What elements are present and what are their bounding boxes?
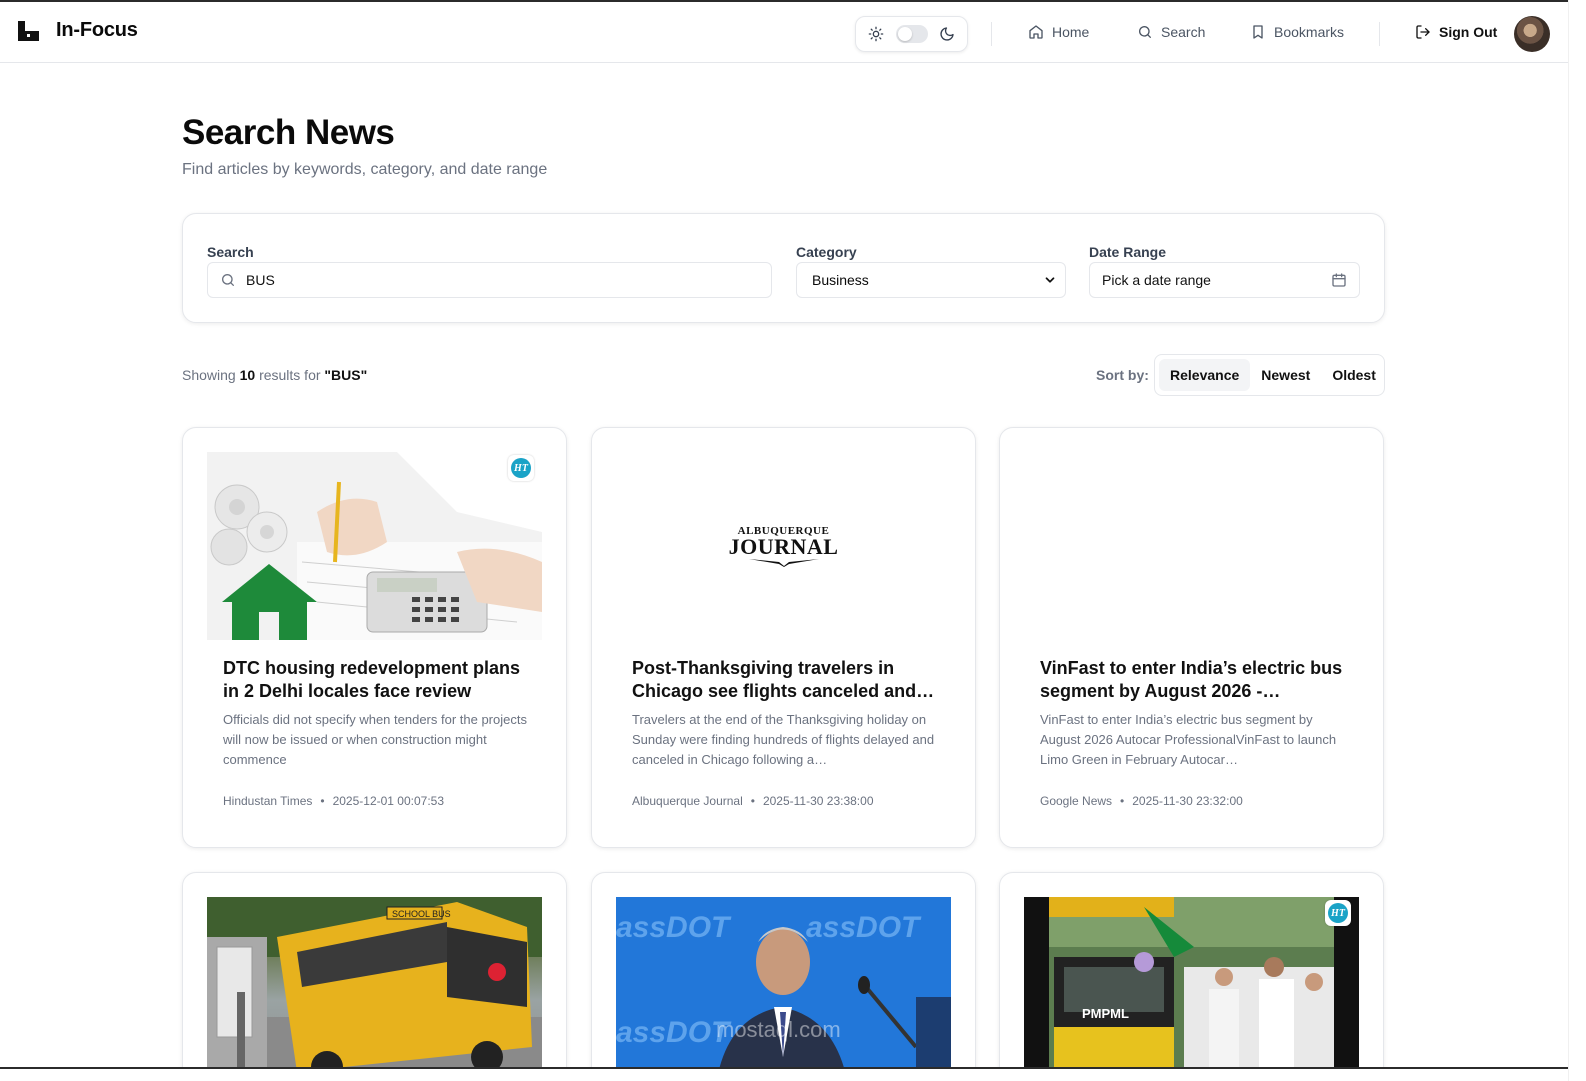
logo-icon bbox=[18, 20, 39, 41]
article-card[interactable]: assDOT assDOT assDOT mostaql.com bbox=[591, 872, 976, 1081]
nav-home[interactable]: Home bbox=[1028, 24, 1089, 40]
watermark-text: mostaql.com bbox=[716, 1017, 841, 1042]
page-subtitle: Find articles by keywords, category, and… bbox=[182, 161, 548, 178]
home-icon bbox=[1029, 25, 1043, 39]
calendar-icon bbox=[1332, 273, 1346, 287]
ht-logo-icon: HT bbox=[511, 458, 531, 478]
sort-label: Sort by: bbox=[1096, 367, 1149, 383]
article-card[interactable]: PMPML HT bbox=[999, 872, 1384, 1081]
results-query: "BUS" bbox=[324, 367, 368, 383]
nav-bookmarks[interactable]: Bookmarks bbox=[1250, 24, 1344, 40]
article-description: Travelers at the end of the Thanksgiving… bbox=[632, 712, 935, 767]
article-thumbnail: SCHOOL BUS bbox=[207, 897, 542, 1081]
article-meta: Hindustan Times • 2025-12-01 00:07:53 bbox=[223, 794, 445, 808]
pmpml-launch-illustration: PMPML bbox=[1024, 897, 1359, 1081]
search-filters-card: Search Category Business Date Range Pick… bbox=[182, 213, 1385, 323]
nav-divider bbox=[991, 22, 992, 46]
massdot-backdrop-text: assDOT bbox=[616, 1016, 732, 1049]
user-avatar[interactable] bbox=[1514, 16, 1550, 52]
search-icon bbox=[222, 274, 234, 286]
category-select[interactable]: Business bbox=[796, 262, 1066, 298]
article-description: Officials did not specify when tenders f… bbox=[223, 712, 527, 767]
article-thumbnail: assDOT assDOT assDOT mostaql.com bbox=[616, 897, 951, 1081]
nav-divider bbox=[1379, 22, 1380, 46]
date-range-placeholder: Pick a date range bbox=[1102, 272, 1211, 288]
bookmark-icon bbox=[1253, 25, 1263, 39]
date-range-picker[interactable]: Pick a date range bbox=[1089, 262, 1360, 298]
article-card[interactable]: VinFast to enter India’s electric bus se… bbox=[999, 427, 1384, 848]
category-value: Business bbox=[812, 272, 869, 288]
page-title: Search News bbox=[182, 113, 395, 152]
sign-out-label: Sign Out bbox=[1439, 24, 1498, 40]
brand[interactable]: In-Focus bbox=[18, 19, 138, 42]
massdot-press-illustration: assDOT assDOT assDOT mostaql.com bbox=[616, 897, 951, 1081]
article-source: Albuquerque Journal bbox=[632, 794, 743, 808]
nav-search-label: Search bbox=[1161, 24, 1206, 40]
window-edge bbox=[1568, 0, 1586, 1081]
article-thumbnail: HT bbox=[207, 452, 542, 640]
nav-home-label: Home bbox=[1052, 24, 1090, 40]
results-summary: Showing 10 results for "BUS" bbox=[182, 367, 368, 383]
article-card[interactable]: SCHOOL BUS bbox=[182, 872, 567, 1081]
sort-oldest-button[interactable]: Oldest bbox=[1321, 359, 1387, 391]
brand-name: In-Focus bbox=[56, 19, 138, 41]
article-date: 2025-12-01 00:07:53 bbox=[332, 794, 445, 808]
nav-bookmarks-label: Bookmarks bbox=[1274, 24, 1345, 40]
school-bus-illustration: SCHOOL BUS bbox=[207, 897, 542, 1081]
article-card[interactable]: HT DTC housing redevelopment plans in 2 … bbox=[182, 427, 567, 848]
chevron-down-icon bbox=[1045, 277, 1055, 283]
ht-logo-icon: HT bbox=[1328, 903, 1348, 923]
article-title[interactable]: DTC housing redevelopment plans in 2 Del… bbox=[223, 657, 533, 703]
sign-out-button[interactable]: Sign Out bbox=[1415, 24, 1497, 40]
pmpml-bus-label: PMPML bbox=[1082, 1006, 1129, 1021]
massdot-backdrop-text: assDOT bbox=[806, 911, 922, 944]
nav-search[interactable]: Search bbox=[1137, 24, 1205, 40]
albuquerque-journal-logo: ALBUQUERQUE JOURNAL bbox=[616, 452, 951, 640]
article-title[interactable]: VinFast to enter India’s electric bus se… bbox=[1040, 657, 1350, 703]
moon-icon bbox=[940, 27, 954, 41]
log-out-icon bbox=[1416, 25, 1430, 39]
article-date: 2025-11-30 23:38:00 bbox=[762, 794, 874, 808]
article-meta: Albuquerque Journal • 2025-11-30 23:38:0… bbox=[632, 794, 874, 808]
school-bus-sign: SCHOOL BUS bbox=[392, 909, 451, 919]
article-date: 2025-11-30 23:32:00 bbox=[1132, 794, 1243, 808]
sort-relevance-button[interactable]: Relevance bbox=[1159, 359, 1251, 391]
article-thumbnail: ALBUQUERQUE JOURNAL bbox=[616, 452, 951, 640]
housing-illustration bbox=[207, 452, 542, 640]
date-range-label: Date Range bbox=[1089, 244, 1167, 260]
search-icon bbox=[1139, 26, 1151, 38]
article-source: Hindustan Times bbox=[223, 794, 313, 808]
article-meta: Google News • 2025-11-30 23:32:00 bbox=[1040, 794, 1243, 808]
source-badge: HT bbox=[508, 455, 534, 481]
search-field[interactable] bbox=[207, 262, 772, 298]
sun-icon bbox=[868, 26, 884, 42]
window-edge bbox=[0, 1067, 1568, 1081]
theme-toggle[interactable] bbox=[855, 16, 968, 52]
eagle-icon bbox=[748, 559, 819, 567]
results-count: 10 bbox=[239, 367, 256, 383]
search-label: Search bbox=[207, 244, 254, 260]
article-description: VinFast to enter India’s electric bus se… bbox=[1040, 712, 1337, 767]
theme-switch[interactable] bbox=[895, 25, 928, 43]
article-thumbnail-empty bbox=[1024, 452, 1359, 640]
article-thumbnail: PMPML HT bbox=[1024, 897, 1359, 1081]
source-badge: HT bbox=[1325, 900, 1351, 926]
search-input[interactable] bbox=[246, 272, 746, 288]
article-title[interactable]: Post-Thanksgiving travelers in Chicago s… bbox=[632, 657, 942, 703]
top-navbar: In-Focus Home Search Bookmarks Sign Out bbox=[0, 0, 1568, 63]
article-card[interactable]: ALBUQUERQUE JOURNAL Post-Thanksgiving tr… bbox=[591, 427, 976, 848]
article-source: Google News bbox=[1040, 794, 1113, 808]
sort-newest-button[interactable]: Newest bbox=[1250, 359, 1321, 391]
category-label: Category bbox=[796, 244, 857, 260]
sort-toggle-group: Relevance Newest Oldest bbox=[1154, 354, 1385, 396]
massdot-backdrop-text: assDOT bbox=[616, 911, 732, 944]
